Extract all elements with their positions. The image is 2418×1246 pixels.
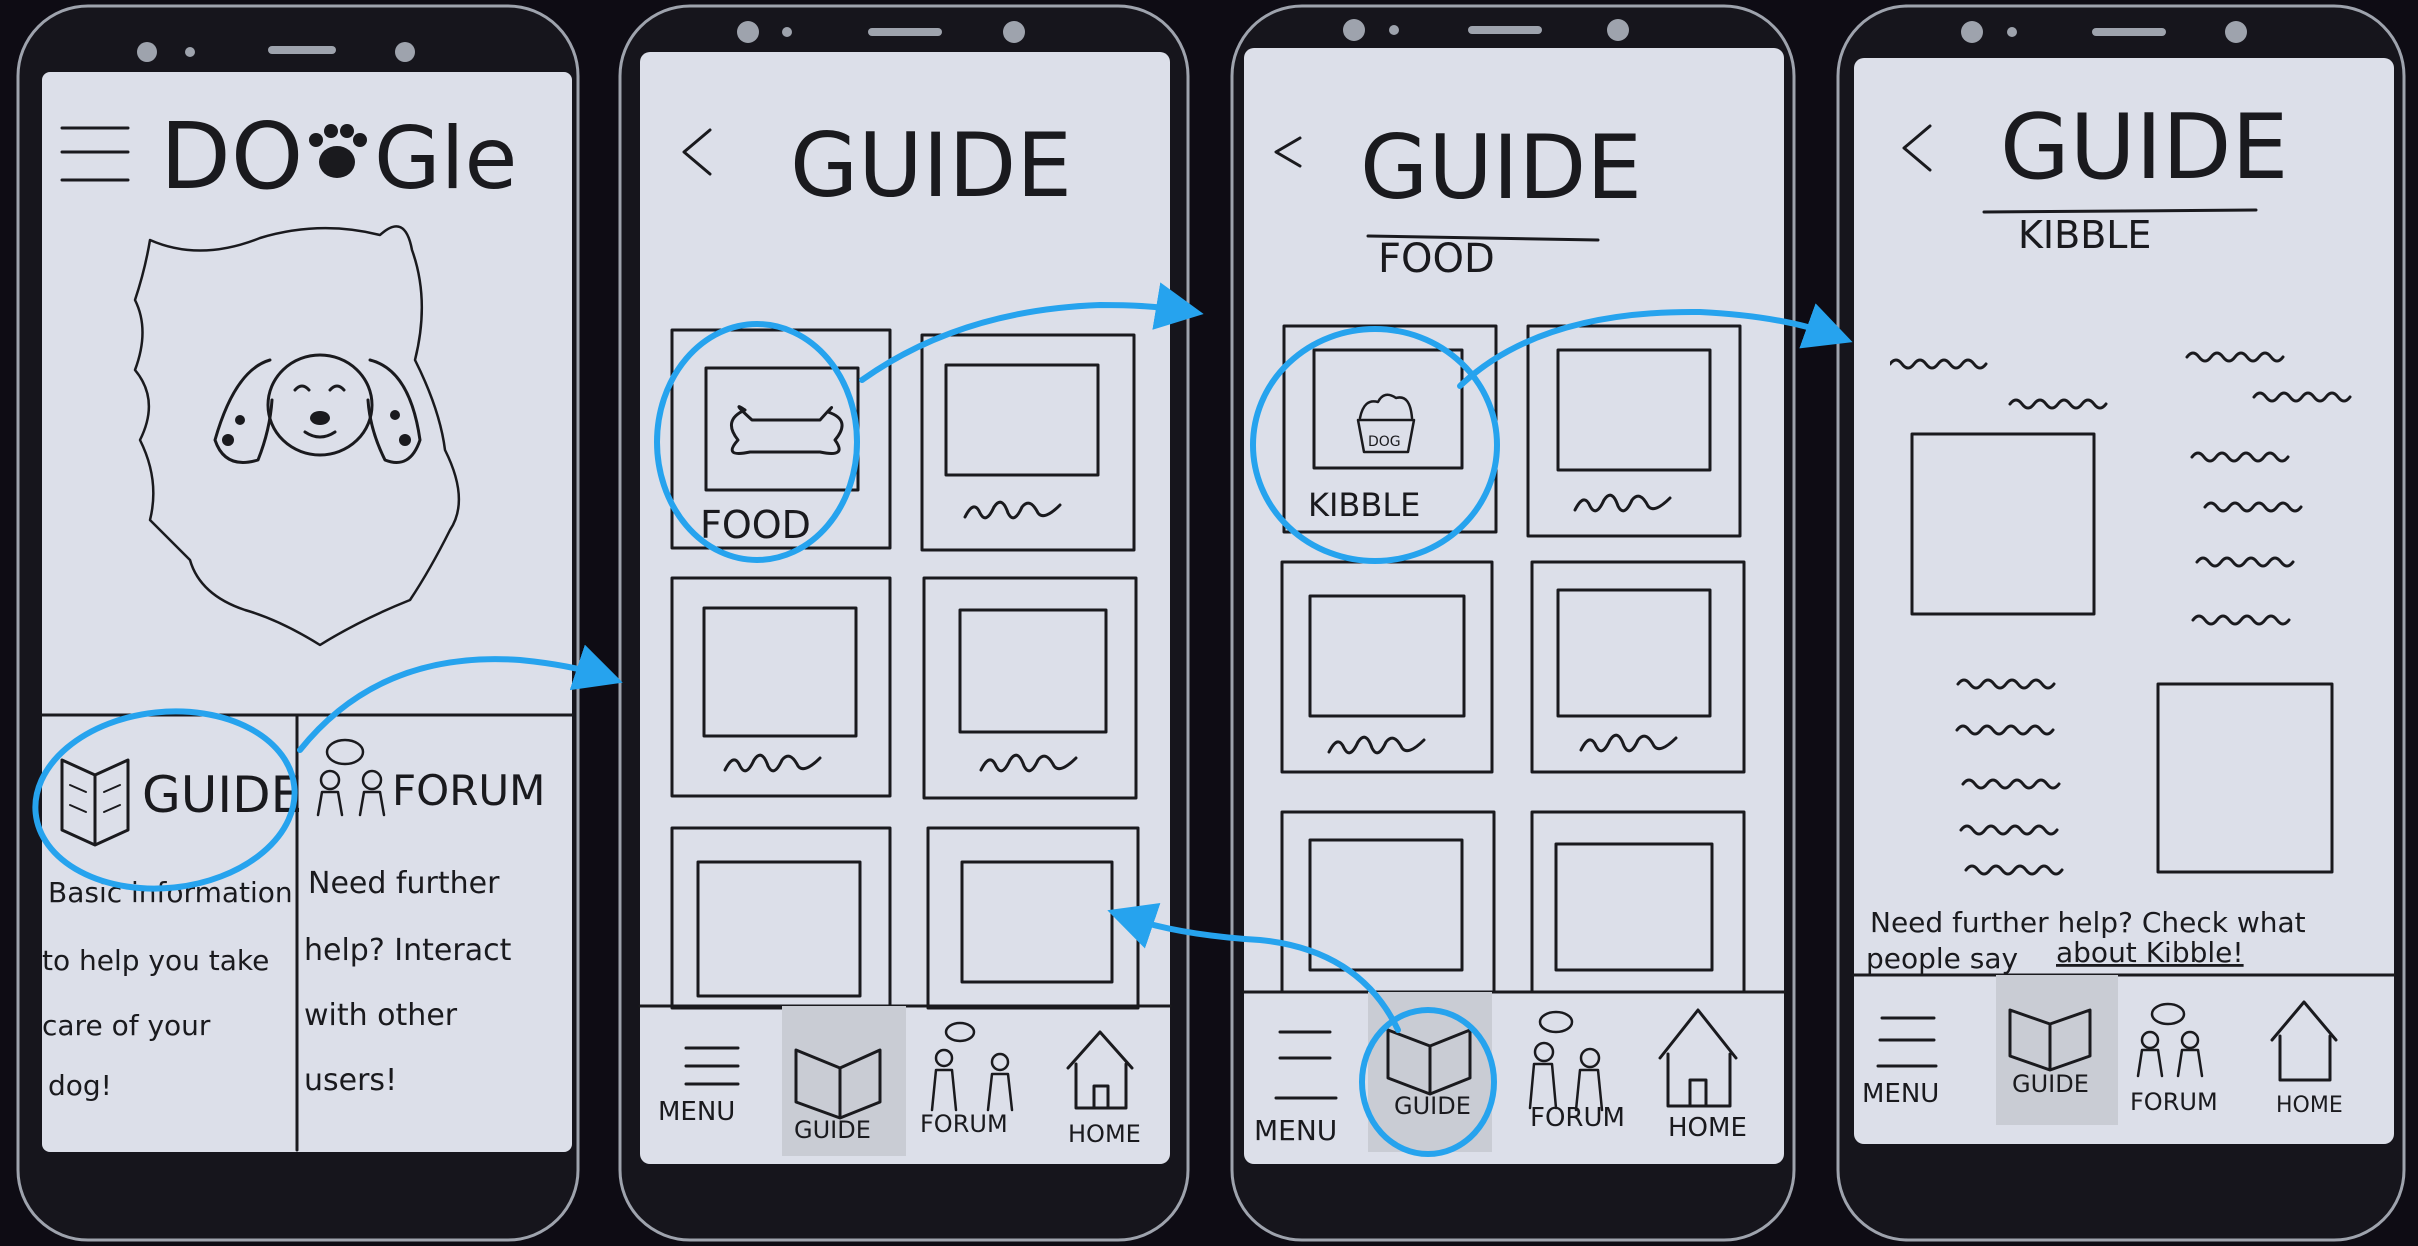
guide-entry-label: GUIDE [142,766,302,824]
svg-text:HOME: HOME [1068,1120,1141,1148]
svg-text:MENU: MENU [1862,1079,1939,1109]
svg-text:Need further: Need further [308,866,500,901]
svg-text:FORUM: FORUM [2130,1088,2218,1116]
app-title-left: DO [160,103,303,210]
svg-text:GUIDE: GUIDE [794,1116,871,1144]
svg-text:people say: people say [1866,942,2018,975]
about-kibble-link[interactable]: about Kibble! [2056,936,2244,969]
svg-text:MENU: MENU [1254,1114,1337,1147]
svg-text:DOG: DOG [1368,434,1401,450]
svg-text:FORUM: FORUM [920,1110,1008,1138]
food-tile-kibble-label: KIBBLE [1308,486,1420,524]
svg-text:GUIDE: GUIDE [2012,1070,2089,1098]
guide-tile-food-label: FOOD [700,503,811,547]
svg-text:care of your: care of your [42,1009,211,1042]
guide-page-title: GUIDE [790,114,1072,217]
svg-text:GUIDE: GUIDE [1394,1092,1471,1120]
svg-text:FORUM: FORUM [1530,1103,1625,1133]
svg-text:Basic information: Basic information [48,876,293,909]
forum-entry-label: FORUM [392,766,545,815]
phone-kibble-screen: GUIDE KIBBLE Need further help? Check wh… [1836,4,2406,1242]
svg-text:MENU: MENU [658,1097,735,1127]
app-title-right: Gle [374,109,517,209]
food-page-title: GUIDE [1360,116,1642,219]
phone-food-screen: GUIDE FOOD DOG KIBBLE MENU GUIDE FORUM H… [1230,4,1796,1242]
svg-text:help? Interact: help? Interact [304,933,512,968]
kibble-page-subtitle: KIBBLE [2018,213,2151,257]
svg-text:HOME: HOME [2276,1093,2343,1118]
storyboard: DO Gle GUIDE FORUM Basic information to … [16,4,2406,1242]
svg-text:dog!: dog! [48,1069,112,1102]
svg-text:to help you take: to help you take [42,944,269,977]
phone-guide-screen: GUIDE FOOD MENU GUIDE FORUM HOME [618,4,1190,1242]
food-page-subtitle: FOOD [1378,236,1495,282]
kibble-page-title: GUIDE [2000,95,2288,200]
svg-text:with other: with other [304,998,458,1033]
svg-text:HOME: HOME [1668,1113,1747,1143]
svg-text:Need further help? Check what: Need further help? Check what [1870,906,2306,939]
phone-home-screen: DO Gle GUIDE FORUM Basic information to … [16,4,580,1242]
svg-text:users!: users! [304,1063,397,1098]
